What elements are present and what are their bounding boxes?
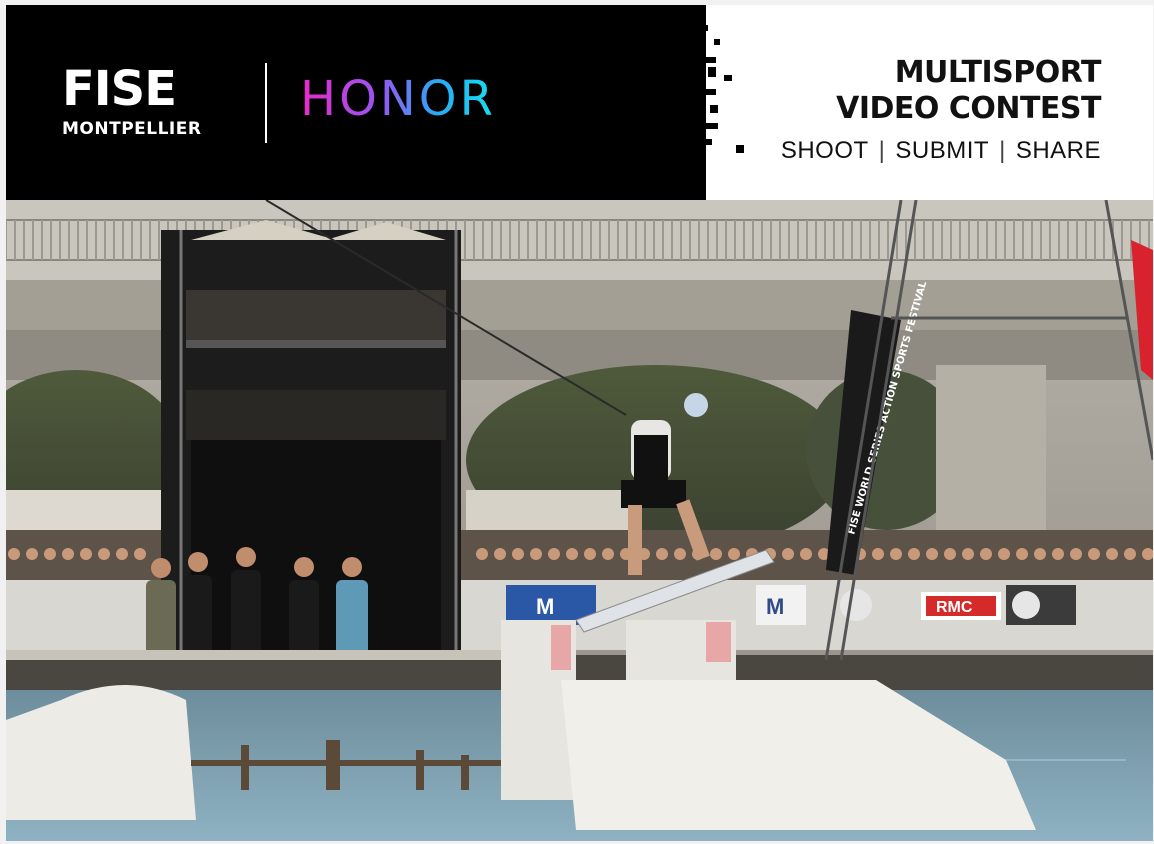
spectator-head	[926, 548, 938, 560]
spectator-head	[512, 548, 524, 560]
tagline-share: SHARE	[1015, 137, 1101, 164]
spectator-head	[116, 548, 128, 560]
fise-city-label: MONTPELLIER	[62, 119, 202, 139]
contest-title-block: MULTISPORT VIDEO CONTEST SHOOT | SUBMIT …	[781, 55, 1102, 165]
spectator-head	[80, 548, 92, 560]
tagline-submit: SUBMIT	[895, 137, 990, 164]
spectator-head	[530, 548, 542, 560]
sponsor-mv-label: M	[766, 594, 784, 619]
spectator-head	[44, 548, 56, 560]
spectator-head	[962, 548, 974, 560]
contest-title-line2: VIDEO CONTEST	[836, 91, 1101, 126]
wakeboard-photo: M M RMC FISE WORLD SERIES ACTION SPORTS …	[6, 200, 1153, 841]
tagline-shoot: SHOOT	[780, 137, 869, 164]
spectator-head	[26, 548, 38, 560]
spectator-head	[728, 548, 740, 560]
spectator-head	[1034, 548, 1046, 560]
spectator-head	[1052, 548, 1064, 560]
sponsor-rmc-label: RMC	[936, 599, 973, 616]
fise-logo[interactable]: FISE MONTPELLIER	[62, 61, 242, 147]
sponsor-m-label: M	[536, 594, 554, 619]
logo-divider	[265, 63, 267, 143]
spectator-head	[1070, 548, 1082, 560]
spectator-head	[8, 548, 20, 560]
spectator-head	[566, 548, 578, 560]
spectator-head	[908, 548, 920, 560]
spectator-head	[602, 548, 614, 560]
spectator-head	[1088, 548, 1100, 560]
spectator-head	[800, 548, 812, 560]
spectator-head	[476, 548, 488, 560]
spectator-head	[710, 548, 722, 560]
spectator-head	[584, 548, 596, 560]
spectator-head	[98, 548, 110, 560]
tagline-separator: |	[999, 137, 1006, 164]
spectator-head	[944, 548, 956, 560]
spectator-head	[998, 548, 1010, 560]
spectator-head	[1124, 548, 1136, 560]
honor-logo[interactable]: HONOR	[300, 71, 496, 127]
spectator-head	[674, 548, 686, 560]
spectator-head	[782, 548, 794, 560]
header-banner: FISE MONTPELLIER HONOR MULTISPORT VIDEO …	[6, 5, 1153, 200]
spectator-head	[1106, 548, 1118, 560]
spectator-head	[62, 548, 74, 560]
spectator-head	[872, 548, 884, 560]
contest-tagline: SHOOT | SUBMIT | SHARE	[781, 137, 1101, 165]
spectator-head	[1016, 548, 1028, 560]
spectator-head	[548, 548, 560, 560]
contest-title-line1: MULTISPORT	[894, 55, 1102, 90]
pixel-transition-graphic	[636, 5, 744, 200]
ad-frame[interactable]: FISE MONTPELLIER HONOR MULTISPORT VIDEO …	[6, 5, 1153, 841]
spectator-head	[494, 548, 506, 560]
spectator-head	[656, 548, 668, 560]
spectator-head	[134, 548, 146, 560]
spectator-head	[980, 548, 992, 560]
fise-wordmark: FISE	[62, 61, 177, 117]
tagline-separator: |	[878, 137, 886, 164]
spectator-head	[890, 548, 902, 560]
